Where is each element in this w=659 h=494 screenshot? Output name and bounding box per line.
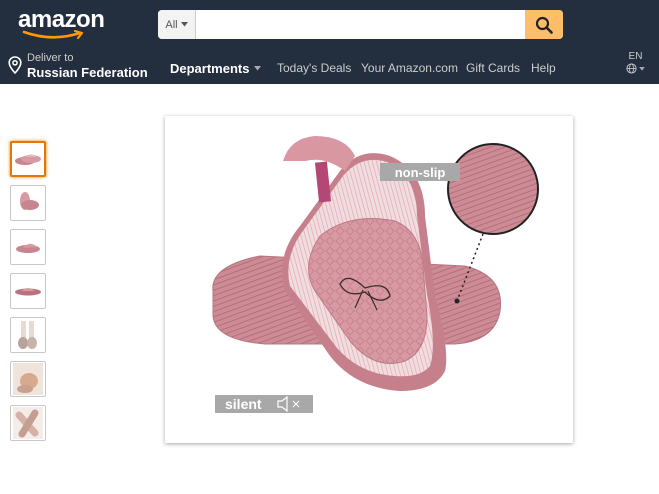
location-pin-icon: [8, 56, 22, 74]
amazon-smile-icon: [22, 30, 84, 40]
slipper-pair-thumbnail-image: [15, 154, 41, 165]
slipper-lifestyle-thumbnail-image: [13, 363, 43, 395]
caret-down-icon: [254, 66, 262, 71]
deliver-country: Russian Federation: [27, 65, 148, 80]
deliver-to-label: Deliver to: [27, 52, 74, 64]
deliver-to-location[interactable]: Deliver to Russian Federation: [8, 52, 148, 80]
search-button[interactable]: [525, 10, 563, 39]
search-input[interactable]: [196, 10, 525, 39]
slipper-angle-thumbnail-image: [20, 192, 39, 210]
slipper-top-thumbnail-image: [15, 288, 41, 296]
silent-callout: silent: [215, 395, 313, 413]
pink-slippers-image: [212, 136, 539, 391]
nav-bar: Deliver to Russian Federation Department…: [0, 47, 659, 84]
thumbnail-1[interactable]: [10, 141, 46, 177]
slipper-worn-thumbnail-image: [18, 321, 37, 349]
silent-label: silent: [225, 396, 262, 412]
nav-link-todays-deals[interactable]: Today's Deals: [277, 61, 351, 75]
slipper-side-thumbnail-image: [16, 243, 40, 253]
thumbnail-5[interactable]: [10, 317, 46, 353]
caret-down-icon: [180, 22, 188, 27]
thumbnail-2[interactable]: [10, 185, 46, 221]
thumbnail-3[interactable]: [10, 229, 46, 265]
search-department-select[interactable]: All: [158, 10, 196, 39]
non-slip-callout: non-slip: [380, 163, 460, 181]
search-icon: [535, 16, 553, 34]
thumbnail-7[interactable]: [10, 405, 46, 441]
non-slip-label: non-slip: [394, 164, 446, 180]
globe-icon: [626, 63, 637, 74]
nav-link-gift-cards[interactable]: Gift Cards: [466, 61, 520, 75]
thumbnail-4[interactable]: [10, 273, 46, 309]
nav-link-your-amazon[interactable]: Your Amazon.com: [361, 61, 458, 75]
search-department-label: All: [165, 18, 178, 31]
main-product-image[interactable]: non-slip silent: [165, 116, 573, 443]
departments-label: Departments: [170, 61, 250, 76]
departments-menu[interactable]: Departments: [170, 61, 262, 76]
caret-down-icon: [639, 66, 645, 71]
language-label: EN: [628, 51, 643, 62]
slipper-crossed-thumbnail-image: [13, 407, 43, 439]
thumbnail-6[interactable]: [10, 361, 46, 397]
nav-link-help[interactable]: Help: [531, 61, 556, 75]
language-selector[interactable]: EN: [626, 51, 645, 74]
speaker-muted-icon: [276, 396, 300, 412]
top-header: amazon All: [0, 0, 659, 47]
search-bar: All: [158, 10, 563, 39]
